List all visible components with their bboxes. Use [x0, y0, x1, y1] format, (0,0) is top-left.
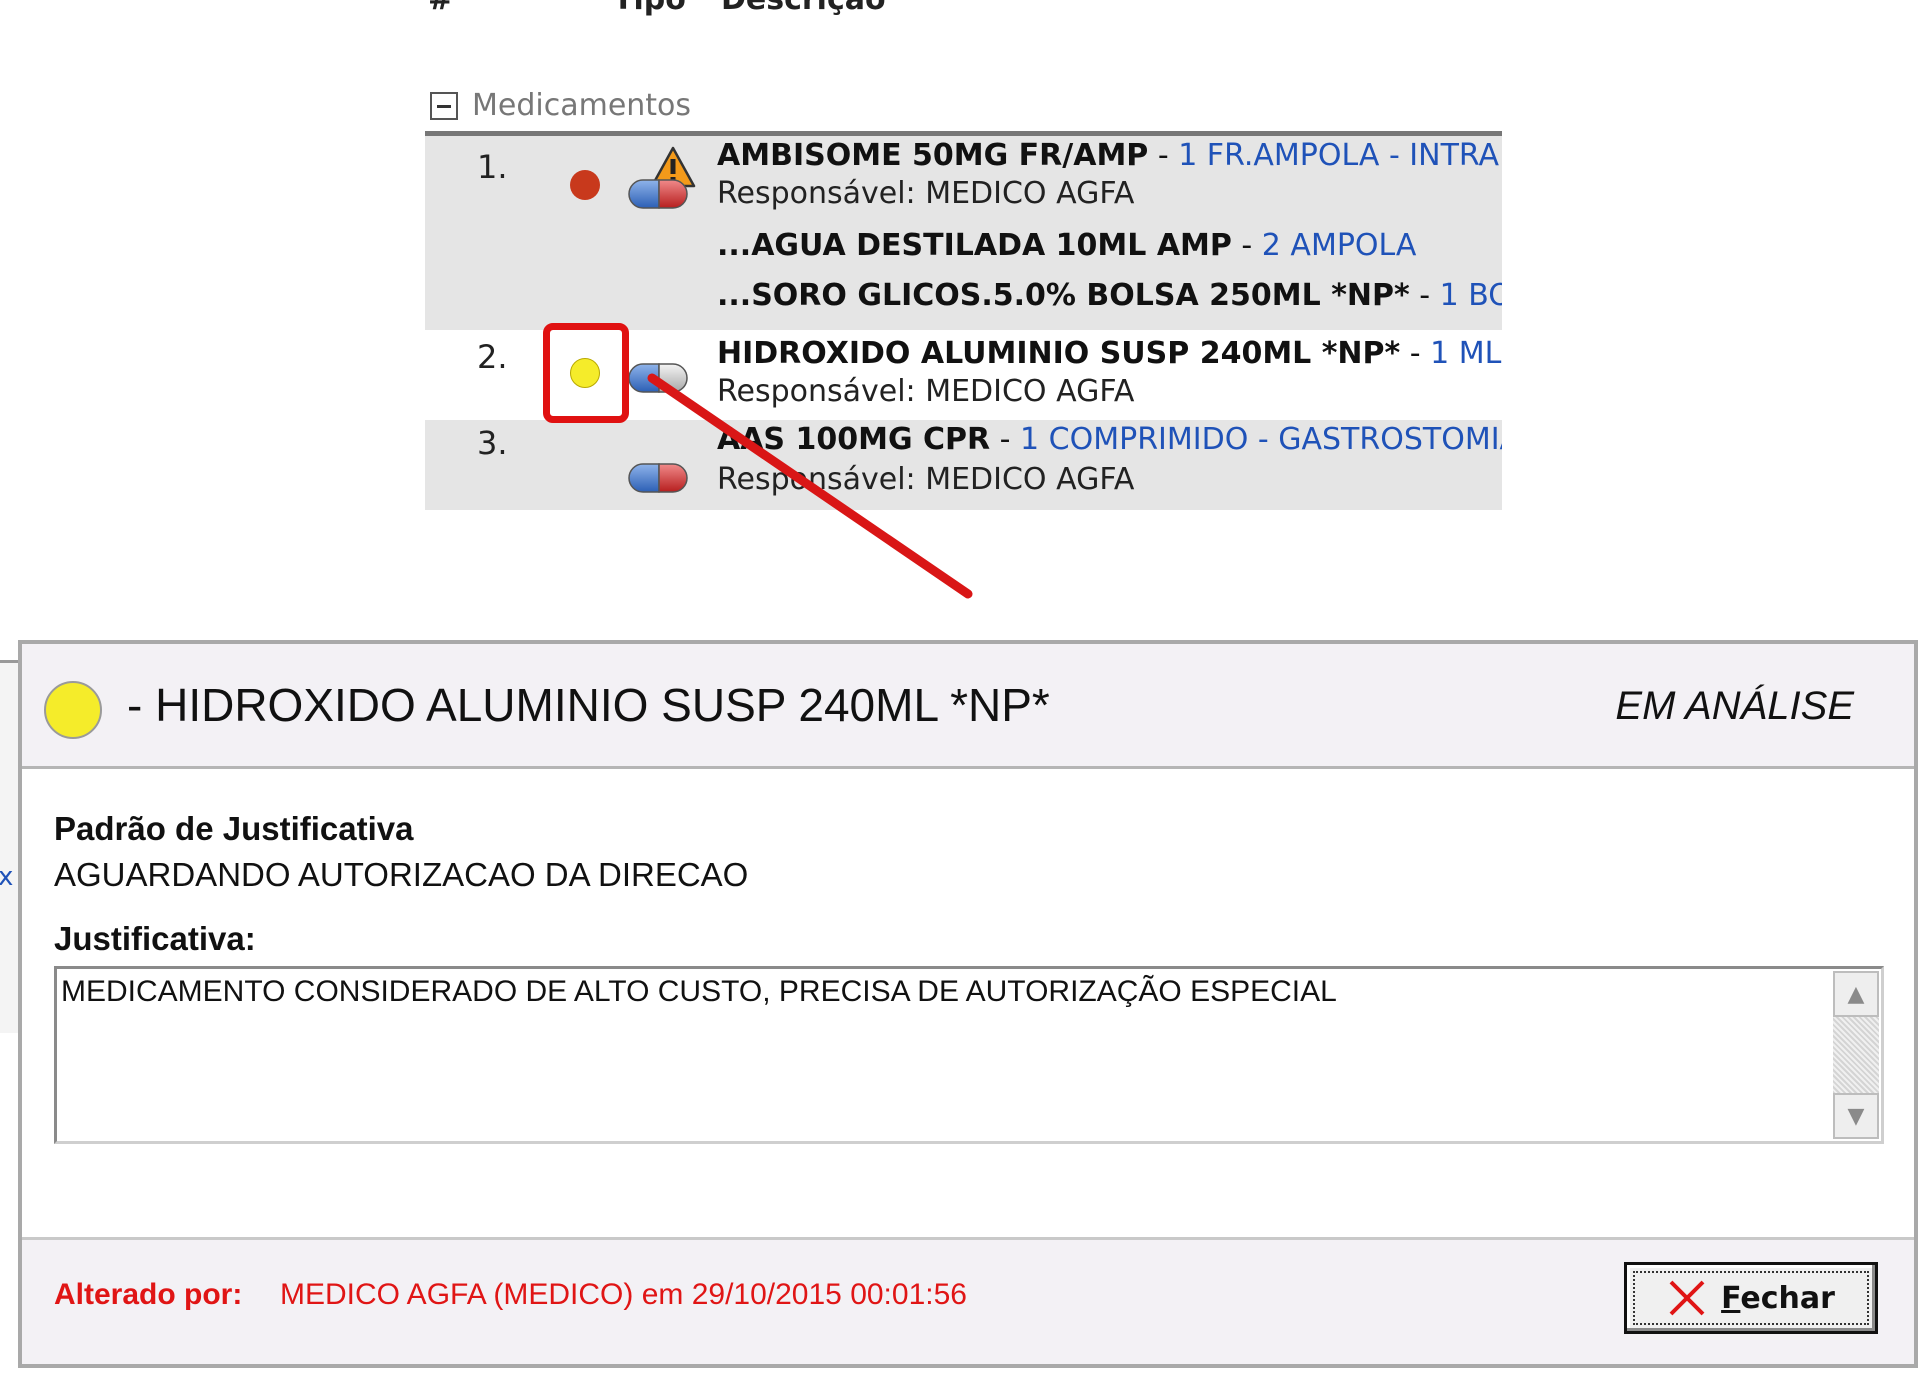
justification-dialog: - HIDROXIDO ALUMINIO SUSP 240ML *NP* EM …: [18, 640, 1918, 1368]
pattern-value: AGUARDANDO AUTORIZACAO DA DIRECAO: [54, 856, 749, 893]
textarea-scrollbar[interactable]: ▲ ▼: [1833, 971, 1879, 1139]
dialog-footer: Alterado por: MEDICO AGFA (MEDICO) em 29…: [22, 1237, 1914, 1364]
annotation-arrow: [647, 373, 973, 599]
screenshot-stage: # Tipo Descrição Medicamentos 1. AMBISOM…: [0, 0, 1927, 1385]
scroll-up-icon[interactable]: ▲: [1833, 971, 1879, 1017]
background-close-icon: x: [0, 862, 14, 892]
justification-textarea[interactable]: MEDICAMENTO CONSIDERADO DE ALTO CUSTO, P…: [54, 966, 1884, 1144]
close-button-label: Fechar: [1721, 1280, 1835, 1316]
close-x-icon: [1669, 1280, 1705, 1316]
dialog-title-bar: - HIDROXIDO ALUMINIO SUSP 240ML *NP* EM …: [22, 644, 1914, 769]
justification-label: Justificativa:: [54, 920, 256, 957]
changed-by-label: Alterado por:: [54, 1278, 243, 1311]
background-window-edge: [0, 660, 20, 1033]
changed-by-value: MEDICO AGFA (MEDICO) em 29/10/2015 00:01…: [280, 1278, 967, 1311]
close-button[interactable]: Fechar: [1624, 1262, 1878, 1334]
status-dot-yellow-icon: [44, 681, 102, 739]
justification-text: MEDICAMENTO CONSIDERADO DE ALTO CUSTO, P…: [61, 975, 1337, 1008]
dialog-title: - HIDROXIDO ALUMINIO SUSP 240ML *NP*: [127, 679, 1050, 731]
scroll-down-icon[interactable]: ▼: [1833, 1093, 1879, 1139]
status-label: EM ANÁLISE: [1615, 684, 1854, 728]
pattern-label: Padrão de Justificativa: [54, 810, 414, 847]
